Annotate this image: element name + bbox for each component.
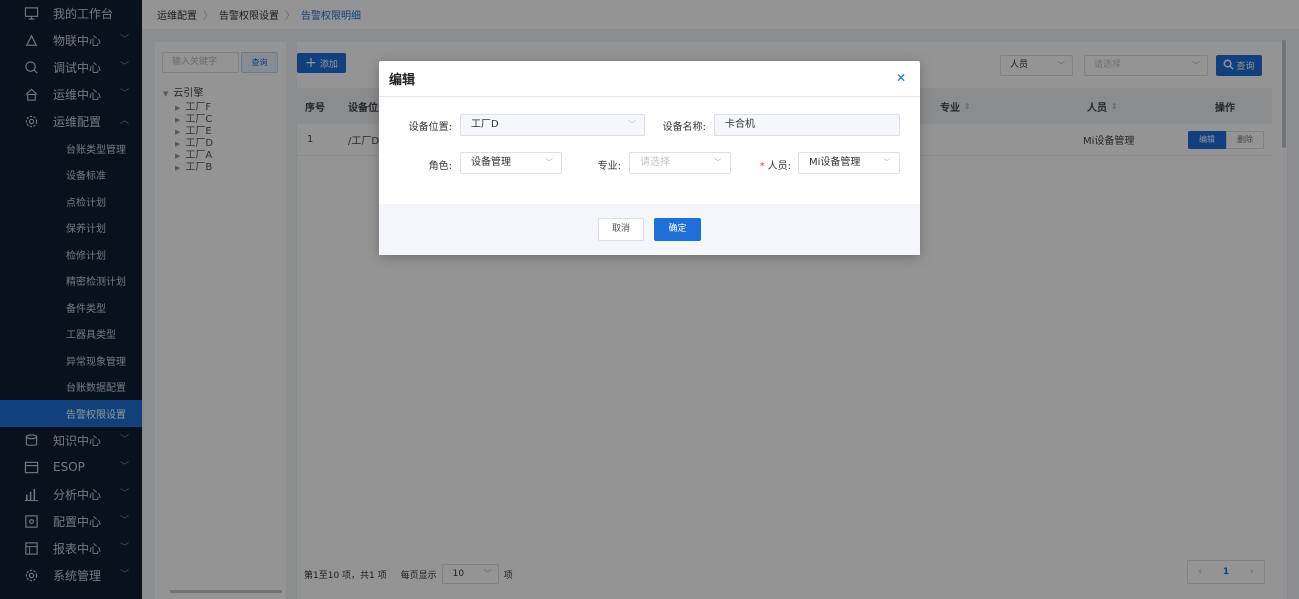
person-label: * 人员: xyxy=(739,157,791,172)
chevron-down-icon: ﹀ xyxy=(714,158,722,167)
required-marker: * xyxy=(759,161,765,172)
location-select[interactable]: 工厂D ﹀ xyxy=(460,114,645,136)
person-value: Mi设备管理 xyxy=(809,157,861,168)
role-value: 设备管理 xyxy=(471,157,511,168)
specialty-placeholder: 请选择 xyxy=(640,157,670,168)
chevron-down-icon: ﹀ xyxy=(545,158,553,167)
dialog-body: 设备位置: 工厂D ﹀ 设备名称: 卡合机 角色: 设备管理 ﹀ 专业: 请选择… xyxy=(379,97,920,204)
device-name-field[interactable]: 卡合机 xyxy=(714,114,900,136)
person-select[interactable]: Mi设备管理 ﹀ xyxy=(798,152,900,174)
location-label: 设备位置: xyxy=(408,122,452,133)
confirm-button[interactable]: 确定 xyxy=(654,218,701,241)
chevron-down-icon: ﹀ xyxy=(628,120,636,129)
dialog-header: 编辑 ✕ xyxy=(379,61,920,97)
dialog-title: 编辑 xyxy=(389,73,416,88)
specialty-label: 专业: xyxy=(597,161,621,172)
role-label: 角色: xyxy=(428,161,452,172)
cancel-button[interactable]: 取消 xyxy=(598,218,644,241)
device-name-label: 设备名称: xyxy=(662,122,706,133)
close-icon[interactable]: ✕ xyxy=(896,72,906,84)
person-label-text: 人员: xyxy=(767,161,791,172)
dialog-footer: 取消 确定 xyxy=(379,204,920,255)
location-value: 工厂D xyxy=(471,119,499,130)
specialty-select[interactable]: 请选择 ﹀ xyxy=(629,152,731,174)
chevron-down-icon: ﹀ xyxy=(883,158,891,167)
edit-dialog: 编辑 ✕ 设备位置: 工厂D ﹀ 设备名称: 卡合机 角色: 设备管理 ﹀ 专业… xyxy=(379,61,920,255)
role-select[interactable]: 设备管理 ﹀ xyxy=(460,152,562,174)
